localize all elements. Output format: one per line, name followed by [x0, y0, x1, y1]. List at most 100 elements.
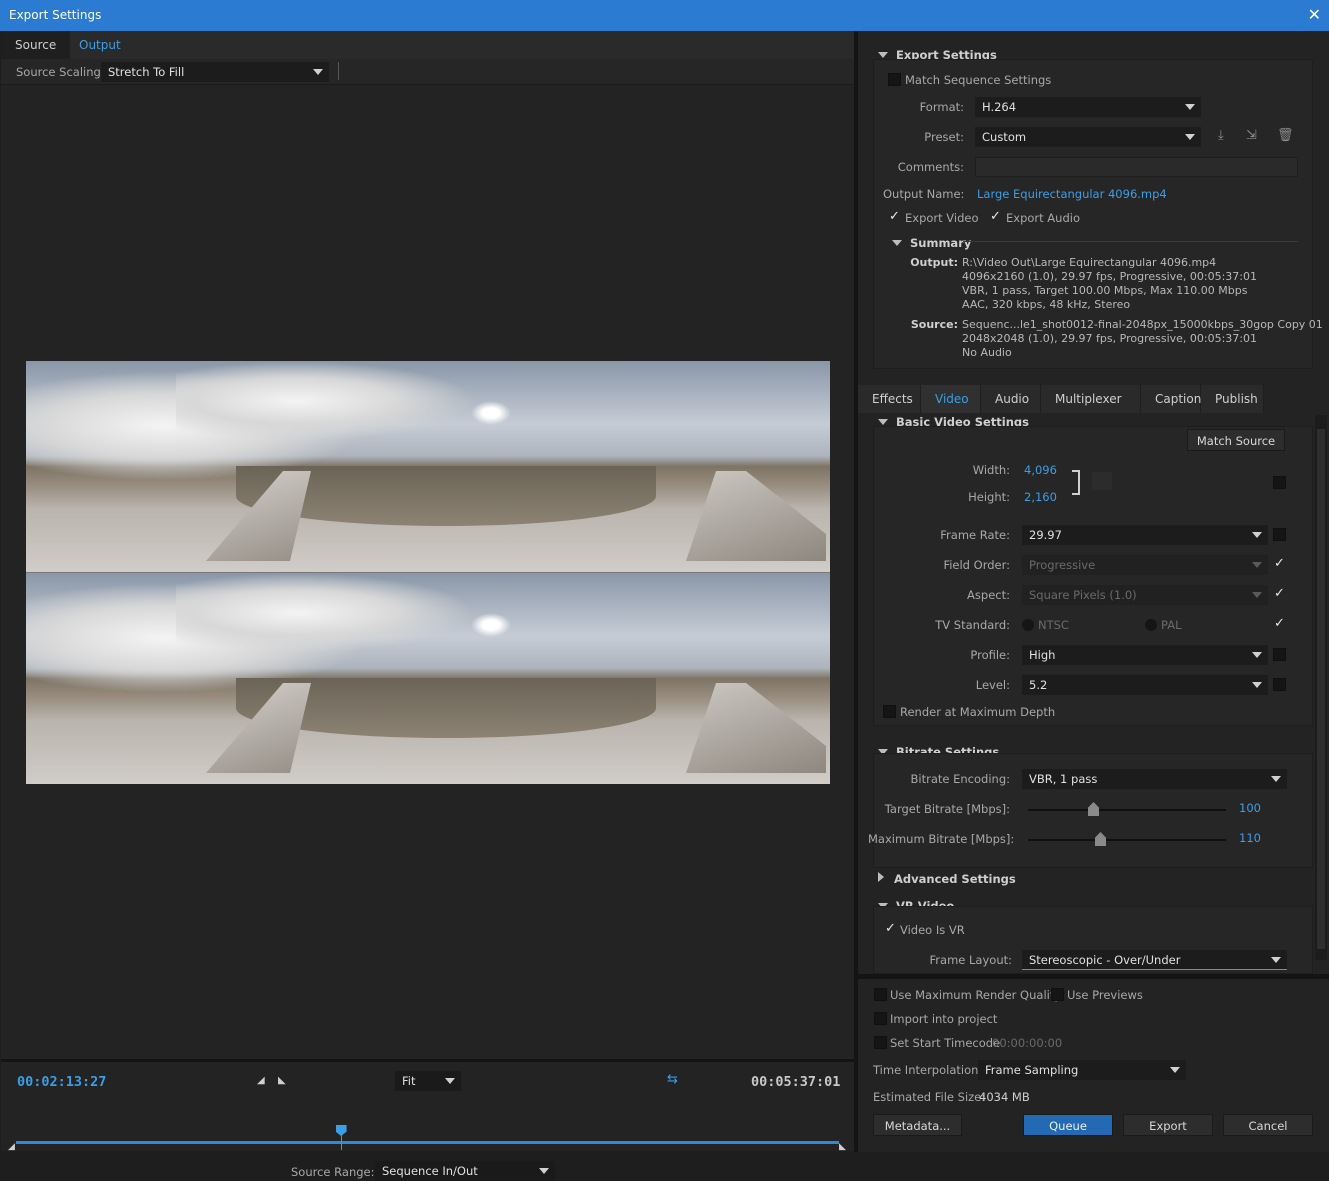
comments-label: Comments: [897, 160, 964, 174]
format-label: Format: [919, 100, 964, 114]
export-video-checkbox[interactable]: ✓ [889, 210, 900, 223]
format-value: H.264 [982, 100, 1017, 114]
divider [338, 62, 339, 80]
width-height-checkbox[interactable] [1273, 476, 1286, 489]
source-range-dropdown[interactable]: Sequence In/Out [375, 1161, 555, 1181]
source-scaling-bar: Source Scaling: Stretch To Fill [1, 59, 854, 85]
frame-layout-label: Frame Layout: [929, 953, 1012, 967]
tab-captions[interactable]: Captions [1141, 385, 1208, 413]
output-name-label: Output Name: [883, 187, 965, 201]
timeline-track[interactable] [16, 1141, 839, 1144]
aspect-checkbox[interactable]: ✓ [1274, 587, 1285, 600]
advanced-header[interactable]: Advanced Settings [878, 872, 1016, 886]
summary-output-line: R:\Video Out\Large Equirectangular 4096.… [962, 256, 1217, 269]
format-dropdown[interactable]: H.264 [975, 97, 1201, 117]
tab-multiplexer[interactable]: Multiplexer [1041, 385, 1141, 413]
source-range-value: Sequence In/Out [382, 1164, 478, 1178]
time-interpolation-label: Time Interpolation: [873, 1063, 983, 1077]
profile-value: High [1029, 648, 1056, 662]
in-point-marker[interactable]: ◢ [8, 1142, 15, 1152]
level-dropdown[interactable]: 5.2 [1022, 675, 1268, 695]
tab-effects[interactable]: Effects [858, 385, 921, 413]
bitrate-encoding-value: VBR, 1 pass [1029, 772, 1098, 786]
timeline: 00:02:13:27 ◢ ◣ Fit ⇆ 00:05:37:01 ◢ ◣ So… [1, 1059, 854, 1181]
field-order-checkbox[interactable]: ✓ [1274, 557, 1285, 570]
save-preset-icon[interactable]: ⤓ [1218, 128, 1224, 143]
metadata-button[interactable]: Metadata... [873, 1114, 962, 1136]
file-size-label: Estimated File Size: [873, 1090, 986, 1104]
max-render-quality-checkbox[interactable] [874, 988, 887, 1001]
preset-dropdown[interactable]: Custom [975, 127, 1201, 147]
max-depth-checkbox[interactable] [883, 705, 896, 718]
width-value[interactable]: 4,096 [1024, 463, 1057, 477]
tab-output[interactable]: Output [65, 31, 135, 59]
ntsc-radio[interactable] [1022, 619, 1034, 631]
video-preview [26, 361, 830, 784]
summary-source-label: Source: [910, 318, 958, 331]
source-scaling-label: Source Scaling: [16, 65, 105, 79]
cancel-button[interactable]: Cancel [1223, 1114, 1313, 1136]
source-scaling-dropdown[interactable]: Stretch To Fill [101, 62, 329, 82]
tv-standard-checkbox[interactable]: ✓ [1274, 617, 1285, 630]
delete-preset-icon[interactable]: 🗑 [1277, 128, 1294, 143]
preview-top-eye [26, 361, 830, 572]
aspect-dropdown: Square Pixels (1.0) [1022, 585, 1268, 605]
current-timecode[interactable]: 00:02:13:27 [17, 1074, 106, 1090]
time-interpolation-dropdown[interactable]: Frame Sampling [978, 1060, 1186, 1080]
close-icon[interactable]: ✕ [1308, 5, 1321, 24]
match-sequence-checkbox[interactable] [888, 73, 901, 86]
profile-checkbox[interactable] [1273, 648, 1286, 661]
preview-tabs: Source Output [1, 31, 854, 59]
max-depth-label: Render at Maximum Depth [900, 705, 1056, 719]
start-timecode-label: Set Start Timecode [890, 1036, 1001, 1050]
match-sequence-label: Match Sequence Settings [905, 73, 1052, 87]
summary-output: R:\Video Out\Large Equirectangular 4096.… [962, 256, 1257, 312]
output-name-link[interactable]: Large Equirectangular 4096.mp4 [977, 187, 1167, 201]
profile-dropdown[interactable]: High [1022, 645, 1268, 665]
set-out-icon[interactable]: ◣ [278, 1075, 286, 1086]
chain-link-icon[interactable] [1092, 472, 1112, 490]
frame-rate-label: Frame Rate: [940, 528, 1010, 542]
tab-source[interactable]: Source [1, 31, 71, 59]
field-order-value: Progressive [1029, 558, 1096, 572]
queue-button[interactable]: Queue [1023, 1114, 1113, 1136]
set-in-icon[interactable]: ◢ [257, 1075, 265, 1086]
tab-video[interactable]: Video [921, 385, 981, 413]
level-checkbox[interactable] [1273, 678, 1286, 691]
out-point-marker[interactable]: ◣ [839, 1142, 846, 1152]
source-scaling-value: Stretch To Fill [108, 65, 185, 79]
bitrate-encoding-dropdown[interactable]: VBR, 1 pass [1022, 769, 1287, 789]
frame-rate-checkbox[interactable] [1273, 528, 1286, 541]
comments-field[interactable] [975, 157, 1298, 177]
max-render-quality-label: Use Maximum Render Quality [890, 988, 1062, 1002]
target-bitrate-slider[interactable] [1028, 809, 1226, 811]
max-bitrate-slider[interactable] [1028, 839, 1226, 841]
export-button[interactable]: Export [1123, 1114, 1213, 1136]
frame-rate-value: 29.97 [1029, 528, 1062, 542]
import-project-checkbox[interactable] [874, 1012, 887, 1025]
export-audio-checkbox[interactable]: ✓ [990, 210, 1001, 223]
frame-rate-dropdown[interactable]: 29.97 [1022, 525, 1268, 545]
pal-radio[interactable] [1145, 619, 1157, 631]
summary-header[interactable]: Summary [892, 236, 971, 250]
use-previews-checkbox[interactable] [1051, 988, 1064, 1001]
import-project-label: Import into project [890, 1012, 998, 1026]
tab-audio[interactable]: Audio [981, 385, 1041, 413]
fit-range-icon[interactable]: ⇆ [667, 1072, 678, 1087]
target-bitrate-value[interactable]: 100 [1239, 801, 1261, 815]
height-value[interactable]: 2,160 [1024, 490, 1057, 504]
match-source-button[interactable]: Match Source [1187, 429, 1285, 451]
duration-timecode: 00:05:37:01 [751, 1074, 841, 1090]
level-value: 5.2 [1029, 678, 1048, 692]
zoom-dropdown[interactable]: Fit [395, 1071, 461, 1091]
video-is-vr-checkbox[interactable]: ✓ [885, 922, 896, 935]
summary-source-line: Sequenc...le1_shot0012-final-2048px_1500… [962, 318, 1323, 331]
tab-publish[interactable]: Publish [1201, 385, 1264, 413]
start-timecode-checkbox[interactable] [874, 1036, 887, 1049]
frame-layout-dropdown[interactable]: Stereoscopic - Over/Under [1022, 950, 1287, 970]
settings-tabs: Effects Video Audio Multiplexer Captions… [858, 385, 1329, 413]
field-order-label: Field Order: [943, 558, 1010, 572]
import-preset-icon[interactable]: ⇲ [1246, 128, 1257, 143]
max-bitrate-value[interactable]: 110 [1239, 831, 1261, 845]
scrollbar-thumb[interactable] [1317, 429, 1325, 949]
